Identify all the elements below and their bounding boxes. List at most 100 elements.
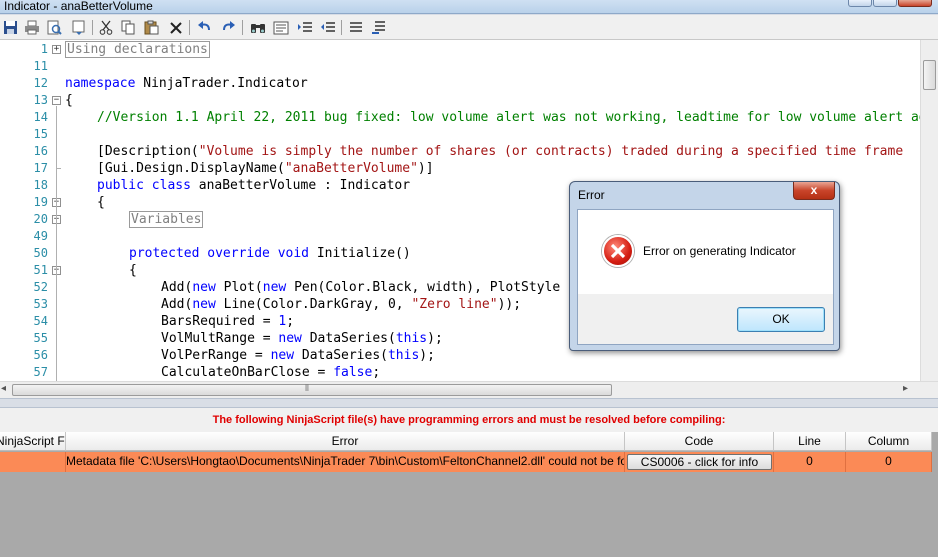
scroll-left-icon[interactable]: ◂ xyxy=(1,383,6,394)
code-line[interactable]: Add(new Plot(new Pen(Color.Black, width)… xyxy=(161,279,560,296)
maximize-button[interactable] xyxy=(873,0,897,7)
title-bar: Indicator - anaBetterVolume xyxy=(0,0,938,14)
column-header-file[interactable]: NinjaScript File xyxy=(0,432,66,451)
code-line[interactable]: { xyxy=(65,92,73,109)
code-line[interactable]: VolPerRange = new DataSeries(this); xyxy=(161,347,435,364)
code-line[interactable]: { xyxy=(97,194,105,211)
code-line[interactable]: { xyxy=(129,262,137,279)
comment-icon[interactable] xyxy=(347,19,364,36)
line-number: 57 xyxy=(33,365,48,379)
code-line[interactable]: [Gui.Design.DisplayName("anaBetterVolume… xyxy=(97,160,434,177)
outdent-icon[interactable] xyxy=(319,19,336,36)
error-dialog: Error x Error on generating Indicator OK xyxy=(569,181,840,351)
code-token: Pen(Color.Black, width), PlotStyle xyxy=(286,280,561,295)
code-token: this xyxy=(387,348,420,363)
code-token: VolPerRange = xyxy=(161,348,271,363)
column-header-error[interactable]: Error xyxy=(66,432,625,451)
dialog-message-area: Error on generating Indicator xyxy=(578,210,833,294)
code-line[interactable]: BarsRequired = 1; xyxy=(161,313,294,330)
fold-end-marker xyxy=(56,168,61,169)
code-token: )] xyxy=(417,161,434,176)
code-token: Add( xyxy=(161,280,193,295)
collapse-region-icon[interactable]: − xyxy=(52,96,61,105)
collapsed-region[interactable]: Variables xyxy=(129,211,204,228)
line-number: 56 xyxy=(33,348,48,362)
errors-grid: NinjaScript File Error Code Line Column … xyxy=(0,432,938,557)
code-token: this xyxy=(395,331,428,346)
redo-icon[interactable] xyxy=(220,19,237,36)
paste-icon[interactable] xyxy=(143,19,160,36)
print-preview-icon[interactable] xyxy=(45,19,62,36)
line-number: 50 xyxy=(33,246,48,260)
error-row-line[interactable]: 0 xyxy=(774,452,846,472)
code-token: CalculateOnBarClose = xyxy=(161,365,334,380)
column-header-code[interactable]: Code xyxy=(625,432,774,451)
column-header-line[interactable]: Line xyxy=(774,432,846,451)
code-line[interactable]: public class anaBetterVolume : Indicator xyxy=(97,177,410,194)
find-icon[interactable] xyxy=(249,19,266,36)
copy-icon[interactable] xyxy=(120,19,137,36)
line-number: 14 xyxy=(33,110,48,124)
error-row-file[interactable] xyxy=(0,452,66,472)
error-row-column[interactable]: 0 xyxy=(846,452,932,472)
pane-splitter[interactable] xyxy=(0,398,938,408)
vertical-scrollbar[interactable] xyxy=(920,40,938,383)
scroll-right-icon[interactable]: ▸ xyxy=(903,383,908,394)
line-number: 52 xyxy=(33,280,48,294)
close-icon: x xyxy=(810,183,818,197)
code-token: new xyxy=(192,280,216,295)
dialog-close-button[interactable]: x xyxy=(793,182,835,200)
line-number: 11 xyxy=(33,59,48,73)
line-number: 12 xyxy=(33,76,48,90)
close-window-button[interactable] xyxy=(898,0,932,7)
horizontal-scrollbar[interactable]: ◂ ⦀ ▸ xyxy=(0,381,938,398)
horizontal-scroll-thumb[interactable]: ⦀ xyxy=(12,383,612,396)
code-token: ); xyxy=(419,348,435,363)
code-token: anaBetterVolume : Indicator xyxy=(190,178,411,193)
code-token: "anaBetterVolume" xyxy=(284,161,418,176)
code-token: Line(Color.DarkGray, 0, xyxy=(215,297,412,312)
code-line[interactable]: namespace NinjaTrader.Indicator xyxy=(65,75,308,92)
line-number: 20 xyxy=(33,212,48,226)
line-number: 19 xyxy=(33,195,48,209)
code-token: protected override void xyxy=(129,246,310,261)
code-token: new xyxy=(262,280,287,295)
code-line[interactable]: [Description("Volume is simply the numbe… xyxy=(97,143,903,160)
uncomment-icon[interactable] xyxy=(370,19,387,36)
code-token: Add( xyxy=(161,297,193,312)
compile-errors-message: The following NinjaScript file(s) have p… xyxy=(0,408,938,432)
line-number: 55 xyxy=(33,331,48,345)
line-number: 15 xyxy=(33,127,48,141)
indent-icon[interactable] xyxy=(296,19,313,36)
code-line[interactable]: //Version 1.1 April 22, 2011 bug fixed: … xyxy=(97,109,938,126)
code-token: ; xyxy=(286,314,295,329)
window-title: Indicator - anaBetterVolume xyxy=(4,0,153,13)
save-icon[interactable] xyxy=(2,19,19,36)
error-row-message[interactable]: Metadata file 'C:\Users\Hongtao\Document… xyxy=(66,452,625,472)
expand-region-icon[interactable]: + xyxy=(52,45,61,54)
page-setup-icon[interactable] xyxy=(70,19,87,36)
code-token: DataSeries( xyxy=(294,348,388,363)
ok-button[interactable]: OK xyxy=(737,307,825,332)
code-line[interactable]: VolMultRange = new DataSeries(this); xyxy=(161,330,443,347)
line-number: 49 xyxy=(33,229,48,243)
undo-icon[interactable] xyxy=(196,19,213,36)
error-code-info-button[interactable]: CS0006 - click for info xyxy=(627,454,772,470)
code-line[interactable]: Using declarations xyxy=(65,41,210,58)
code-token: //Version 1.1 April 22, 2011 bug fixed: … xyxy=(97,110,938,125)
code-line[interactable]: CalculateOnBarClose = false; xyxy=(161,364,380,381)
replace-icon[interactable] xyxy=(272,19,289,36)
collapsed-region[interactable]: Using declarations xyxy=(65,41,210,58)
delete-icon[interactable] xyxy=(167,19,184,36)
code-line[interactable]: Variables xyxy=(129,211,204,228)
cut-icon[interactable] xyxy=(97,19,114,36)
column-header-column[interactable]: Column xyxy=(846,432,932,451)
code-token: NinjaTrader.Indicator xyxy=(135,76,308,91)
code-line[interactable]: protected override void Initialize() xyxy=(129,245,411,262)
vertical-scroll-thumb[interactable] xyxy=(923,60,936,90)
error-icon xyxy=(602,235,634,267)
code-token: new xyxy=(192,297,216,312)
code-line[interactable]: Add(new Line(Color.DarkGray, 0, "Zero li… xyxy=(161,296,521,313)
print-icon[interactable] xyxy=(23,19,40,36)
minimize-button[interactable] xyxy=(848,0,872,7)
